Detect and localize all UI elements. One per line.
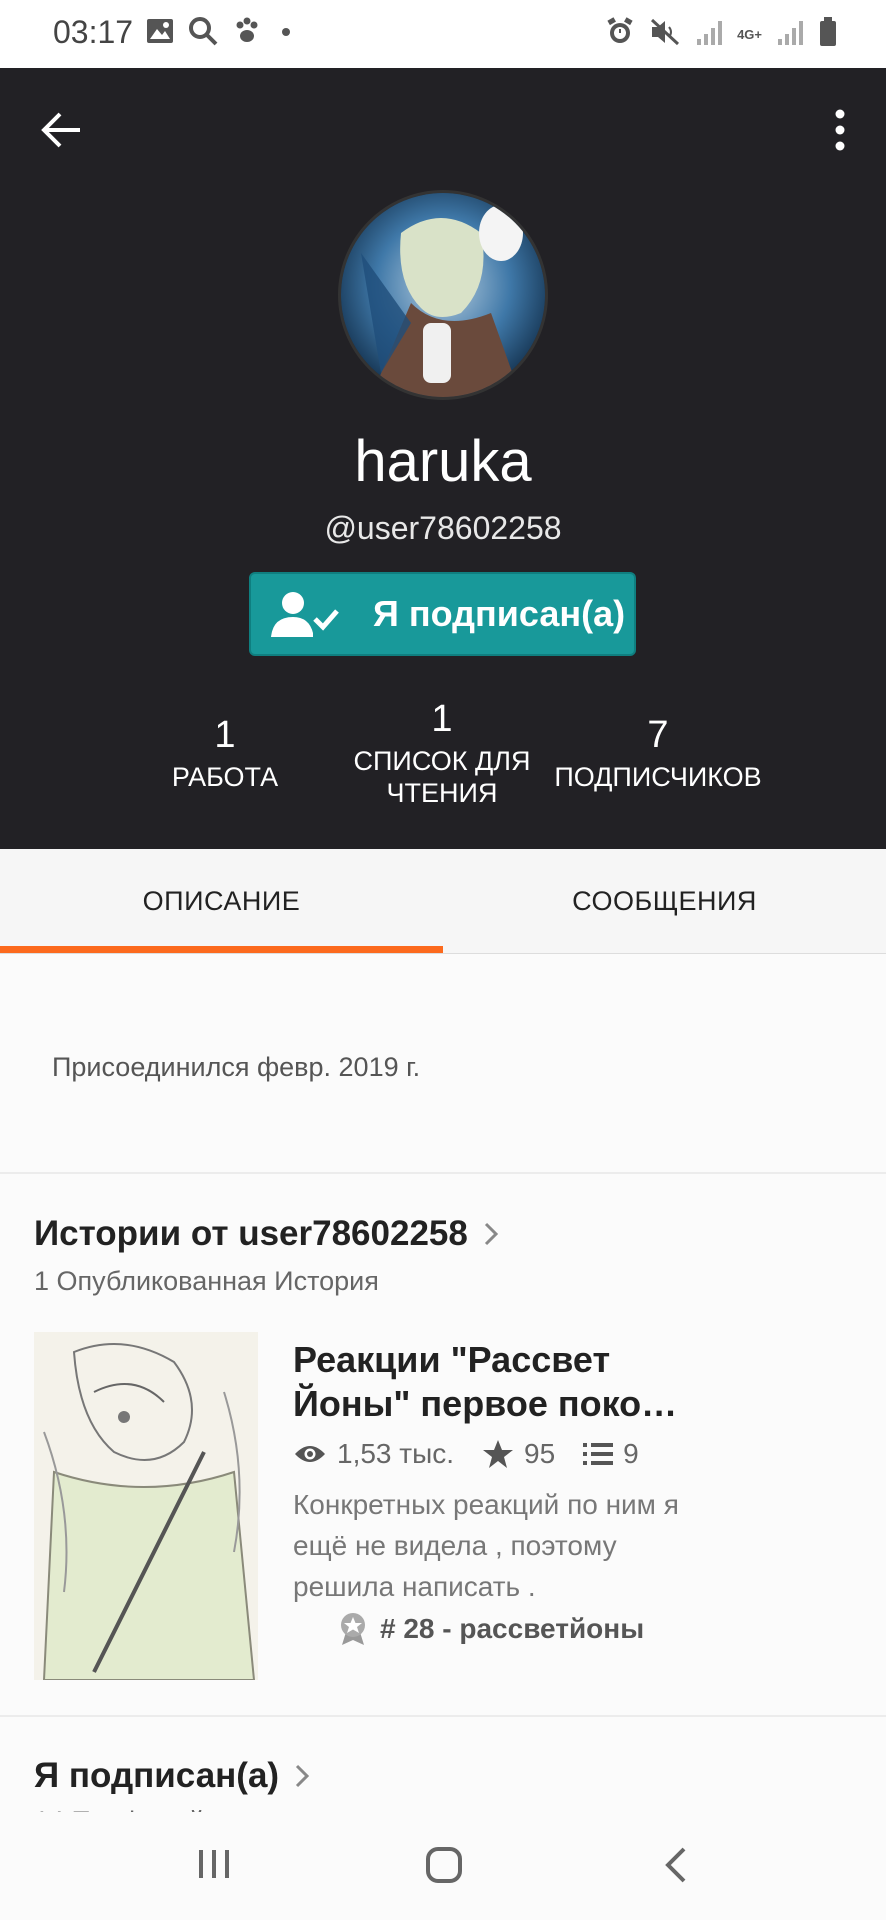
- chevron-right-icon: [296, 1764, 310, 1788]
- tab-about[interactable]: ОПИСАНИЕ: [0, 849, 443, 953]
- stat-followers-label: ПОДПИСЧИКОВ: [554, 762, 762, 792]
- chevron-left-icon: [665, 1847, 686, 1883]
- system-back-button[interactable]: [660, 1846, 692, 1889]
- list-icon: [583, 1443, 614, 1465]
- tab-messages-label: СООБЩЕНИЯ: [572, 885, 757, 916]
- home-button[interactable]: [425, 1846, 463, 1889]
- network-type-label: 4G+: [737, 27, 762, 42]
- status-bar: 03:17 4G+: [0, 0, 886, 68]
- following-section-header[interactable]: Я подписан(а): [34, 1756, 311, 1796]
- tab-messages[interactable]: СООБЩЕНИЯ: [443, 849, 886, 953]
- story-description: Конкретных реакций по ним я ещё не видел…: [293, 1489, 679, 1602]
- home-icon: [426, 1847, 462, 1883]
- stories-count: 1 Опубликованная История: [34, 1266, 379, 1296]
- user-check-icon: [271, 592, 339, 637]
- following-section-title: Я подписан(а): [34, 1756, 280, 1795]
- following-button-label: Я подписан(а): [373, 593, 626, 634]
- story-votes: 95: [524, 1438, 556, 1469]
- recent-apps-button[interactable]: [196, 1846, 232, 1887]
- story-title[interactable]: Реакции "Рассвет Йоны" первое поко…: [293, 1338, 713, 1426]
- search-notification-icon: [188, 16, 218, 51]
- story-stats: 1,53 тыс. 95 9: [293, 1438, 639, 1470]
- story-rank-tag[interactable]: # 28 - рассветйоны: [338, 1612, 644, 1646]
- signal-icon: [695, 17, 723, 52]
- battery-icon: [818, 16, 838, 53]
- stat-followers[interactable]: 7 ПОДПИСЧИКОВ: [540, 714, 776, 793]
- mute-icon: [649, 17, 681, 52]
- stories-section-title: Истории от user78602258: [34, 1214, 468, 1253]
- system-navigation-bar: [0, 1812, 886, 1920]
- stat-works-label: РАБОТА: [171, 762, 279, 792]
- stat-works[interactable]: 1 РАБОТА: [150, 714, 300, 793]
- back-button[interactable]: [38, 106, 86, 154]
- story-rank-label: # 28 - рассветйоны: [380, 1613, 645, 1644]
- stat-reading-lists-label: СПИСОК ДЛЯ ЧТЕНИЯ: [353, 746, 531, 808]
- profile-username: @user78602258: [324, 510, 562, 546]
- star-icon: [483, 1440, 514, 1468]
- award-badge-icon: [341, 1613, 365, 1645]
- stories-section-header[interactable]: Истории от user78602258: [34, 1214, 500, 1254]
- avatar[interactable]: [338, 190, 548, 400]
- following-button[interactable]: Я подписан(а): [249, 572, 636, 656]
- back-arrow-icon: [41, 112, 80, 148]
- tab-about-label: ОПИСАНИЕ: [142, 885, 301, 916]
- chevron-right-icon: [484, 1222, 498, 1246]
- avatar-image: [341, 193, 545, 397]
- profile-tabs: ОПИСАНИЕ СООБЩЕНИЯ: [0, 849, 886, 954]
- story-cover[interactable]: [34, 1332, 258, 1680]
- more-options-button[interactable]: [816, 106, 864, 154]
- gallery-icon: [146, 18, 174, 49]
- story-parts: 9: [623, 1438, 639, 1469]
- stat-reading-lists[interactable]: 1 СПИСОК ДЛЯ ЧТЕНИЯ: [331, 698, 553, 809]
- story-cover-image: [34, 1332, 258, 1680]
- stat-followers-number: 7: [647, 714, 669, 756]
- signal-2-icon: [776, 17, 804, 52]
- recent-apps-icon: [199, 1850, 229, 1878]
- profile-display-name: haruka: [354, 429, 532, 494]
- story-reads: 1,53 тыс.: [337, 1438, 455, 1469]
- status-time: 03:17: [53, 14, 134, 50]
- more-vertical-icon: [835, 109, 845, 151]
- alarm-icon: [605, 17, 635, 52]
- profile-header: haruka @user78602258 Я подписан(а) 1 РАБ…: [0, 68, 886, 849]
- section-divider: [0, 1715, 886, 1717]
- paw-icon: [232, 16, 262, 51]
- dot-icon: [276, 16, 296, 51]
- eye-icon: [295, 1446, 325, 1462]
- section-divider: [0, 1172, 886, 1174]
- joined-date: Присоединился февр. 2019 г.: [52, 1052, 421, 1082]
- stat-works-number: 1: [214, 714, 236, 756]
- stat-reading-lists-number: 1: [431, 698, 453, 740]
